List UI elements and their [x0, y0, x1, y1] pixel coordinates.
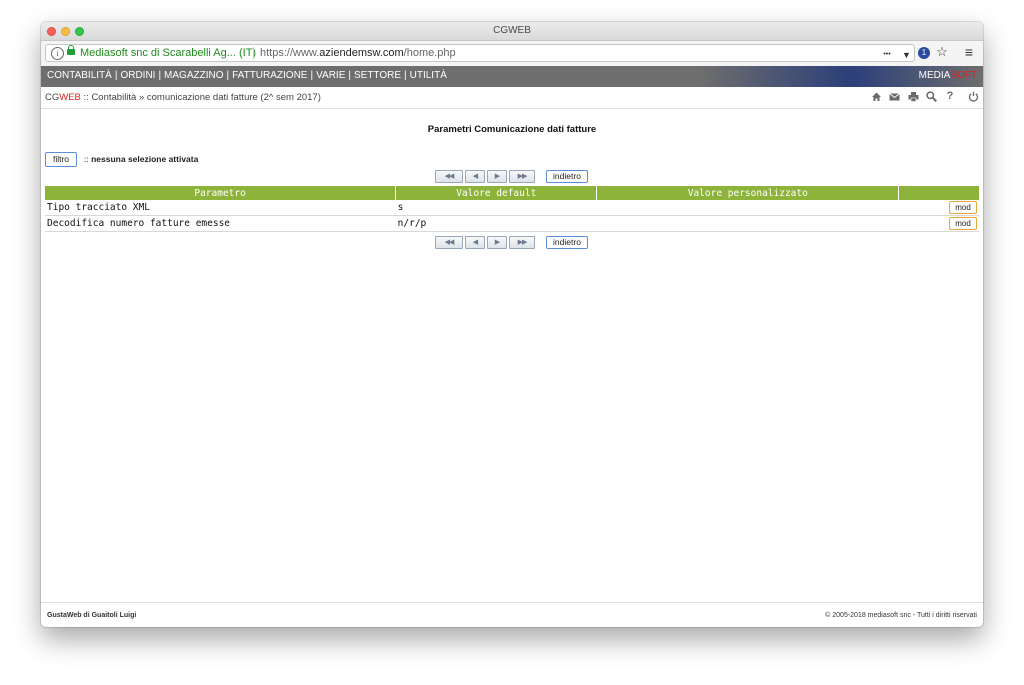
address-separator — [253, 47, 254, 59]
column-header-valore-personalizzato: Valore personalizzato — [596, 186, 900, 200]
nav-separator: | — [348, 70, 351, 81]
filter-button[interactable]: filtro — [45, 152, 77, 167]
column-header-actions — [898, 186, 979, 200]
breadcrumb-cg[interactable]: CG — [45, 92, 59, 103]
first-page-button[interactable]: ◀◀ — [435, 170, 463, 183]
page-title: Parametri Comunicazione dati fatture — [427, 124, 597, 135]
prev-page-button[interactable]: ◀ — [465, 170, 485, 183]
url-path: /home.php — [403, 47, 456, 59]
extension-icon[interactable]: 1 — [918, 47, 930, 59]
last-page-button[interactable]: ▶▶ — [509, 236, 535, 249]
cell-parametro: Decodifica numero fatture emesse — [45, 215, 396, 232]
info-icon[interactable]: i — [51, 47, 64, 60]
browser-window: CGWEB i Mediasoft snc di Scarabelli Ag..… — [41, 22, 983, 627]
column-header-valore-default: Valore default — [395, 186, 598, 200]
home-icon[interactable] — [871, 91, 882, 102]
mail-icon[interactable] — [889, 91, 900, 102]
main-menu: CONTABILITÀ | ORDINI | MAGAZZINO | FATTURAZION… — [47, 70, 447, 81]
title-bar: CGWEB — [41, 22, 983, 41]
cell-actions: mod — [898, 215, 979, 232]
table-row: Tipo tracciato XML s mod — [45, 200, 979, 216]
breadcrumb-bar: CGWEB :: Contabilità » comunicazione dat… — [41, 87, 983, 109]
window-title: CGWEB — [493, 25, 531, 36]
nav-magazzino[interactable]: MAGAZZINO — [164, 70, 223, 81]
nav-fatturazione[interactable]: FATTURAZIONE — [232, 70, 307, 81]
breadcrumb-web[interactable]: WEB — [59, 92, 81, 103]
nav-varie[interactable]: VARIE — [316, 70, 345, 81]
table-header-row: Parametro Valore default Valore personal… — [45, 186, 979, 200]
filter-status-text: nessuna selezione attivata — [91, 154, 199, 164]
nav-separator: | — [114, 70, 118, 81]
lock-icon[interactable] — [67, 45, 75, 55]
nav-separator: | — [404, 70, 407, 81]
breadcrumb-path: :: Contabilità » comunicazione dati fatt… — [80, 92, 321, 103]
cell-parametro: Tipo tracciato XML — [45, 200, 396, 216]
brand-soft: SOFT — [950, 70, 977, 81]
url-domain: aziendemsw.com — [319, 47, 404, 59]
page-tools: ? — [868, 91, 979, 104]
first-page-button[interactable]: ◀◀ — [435, 236, 463, 249]
url-prefix: https://www. — [260, 47, 320, 59]
site-identity[interactable]: Mediasoft snc di Scarabelli Ag... (IT) — [80, 47, 256, 59]
nav-separator: | — [158, 70, 162, 81]
cell-actions: mod — [898, 200, 979, 216]
brand-logo: MEDIASOFT — [919, 70, 977, 81]
breadcrumb: CGWEB :: Contabilità » comunicazione dat… — [45, 92, 321, 103]
nav-settore[interactable]: SETTORE — [354, 70, 401, 81]
address-bar[interactable]: i Mediasoft snc di Scarabelli Ag... (IT)… — [45, 44, 915, 62]
nav-utilita[interactable]: UTILITÀ — [410, 70, 447, 81]
table-row: Decodifica numero fatture emesse n/r/p m… — [45, 215, 979, 232]
parameters-table: Parametro Valore default Valore personal… — [45, 186, 979, 232]
footer-copyright: © 2005-2018 mediasoft snc - Tutti i diri… — [825, 612, 977, 619]
hamburger-menu-icon[interactable]: ≡ — [963, 45, 975, 59]
main-nav: CONTABILITÀ | ORDINI | MAGAZZINO | FATTURAZION… — [41, 66, 983, 87]
footer-credit: GustaWeb di Guaitoli Luigi — [47, 612, 137, 619]
nav-separator: | — [310, 70, 314, 81]
pager-bottom: ◀◀ ◀ ▶ ▶▶ indietro — [435, 236, 595, 249]
nav-ordini[interactable]: ORDINI — [120, 70, 155, 81]
url-text[interactable]: https://www.aziendemsw.com/home.php — [260, 47, 456, 59]
more-icon[interactable]: ••• — [881, 48, 893, 62]
help-icon[interactable]: ? — [945, 91, 956, 102]
browser-toolbar: i Mediasoft snc di Scarabelli Ag... (IT)… — [41, 41, 983, 67]
print-icon[interactable] — [908, 91, 919, 102]
pocket-icon[interactable]: ▼ — [901, 48, 912, 62]
search-icon[interactable] — [926, 91, 938, 103]
back-button[interactable]: indietro — [546, 170, 588, 183]
power-icon[interactable] — [968, 91, 979, 102]
cell-valore-default: n/r/p — [395, 215, 597, 232]
pager-top: ◀◀ ◀ ▶ ▶▶ indietro — [435, 170, 595, 183]
cell-valore-personalizzato — [596, 200, 899, 216]
last-page-button[interactable]: ▶▶ — [509, 170, 535, 183]
cell-valore-personalizzato — [596, 215, 899, 232]
cell-valore-default: s — [395, 200, 597, 216]
nav-contabilita[interactable]: CONTABILITÀ — [47, 70, 112, 81]
page-footer: GustaWeb di Guaitoli Luigi © 2005-2018 m… — [41, 602, 983, 627]
brand-media: MEDIA — [918, 70, 951, 81]
next-page-button[interactable]: ▶ — [487, 170, 507, 183]
back-button[interactable]: indietro — [546, 236, 588, 249]
bookmark-star-icon[interactable]: ☆ — [936, 45, 948, 59]
prev-page-button[interactable]: ◀ — [465, 236, 485, 249]
filter-status: :: nessuna selezione attivata — [84, 154, 198, 164]
mod-button[interactable]: mod — [949, 201, 977, 214]
nav-separator: | — [226, 70, 230, 81]
column-header-parametro: Parametro — [45, 186, 397, 200]
mod-button[interactable]: mod — [949, 217, 977, 230]
next-page-button[interactable]: ▶ — [487, 236, 507, 249]
